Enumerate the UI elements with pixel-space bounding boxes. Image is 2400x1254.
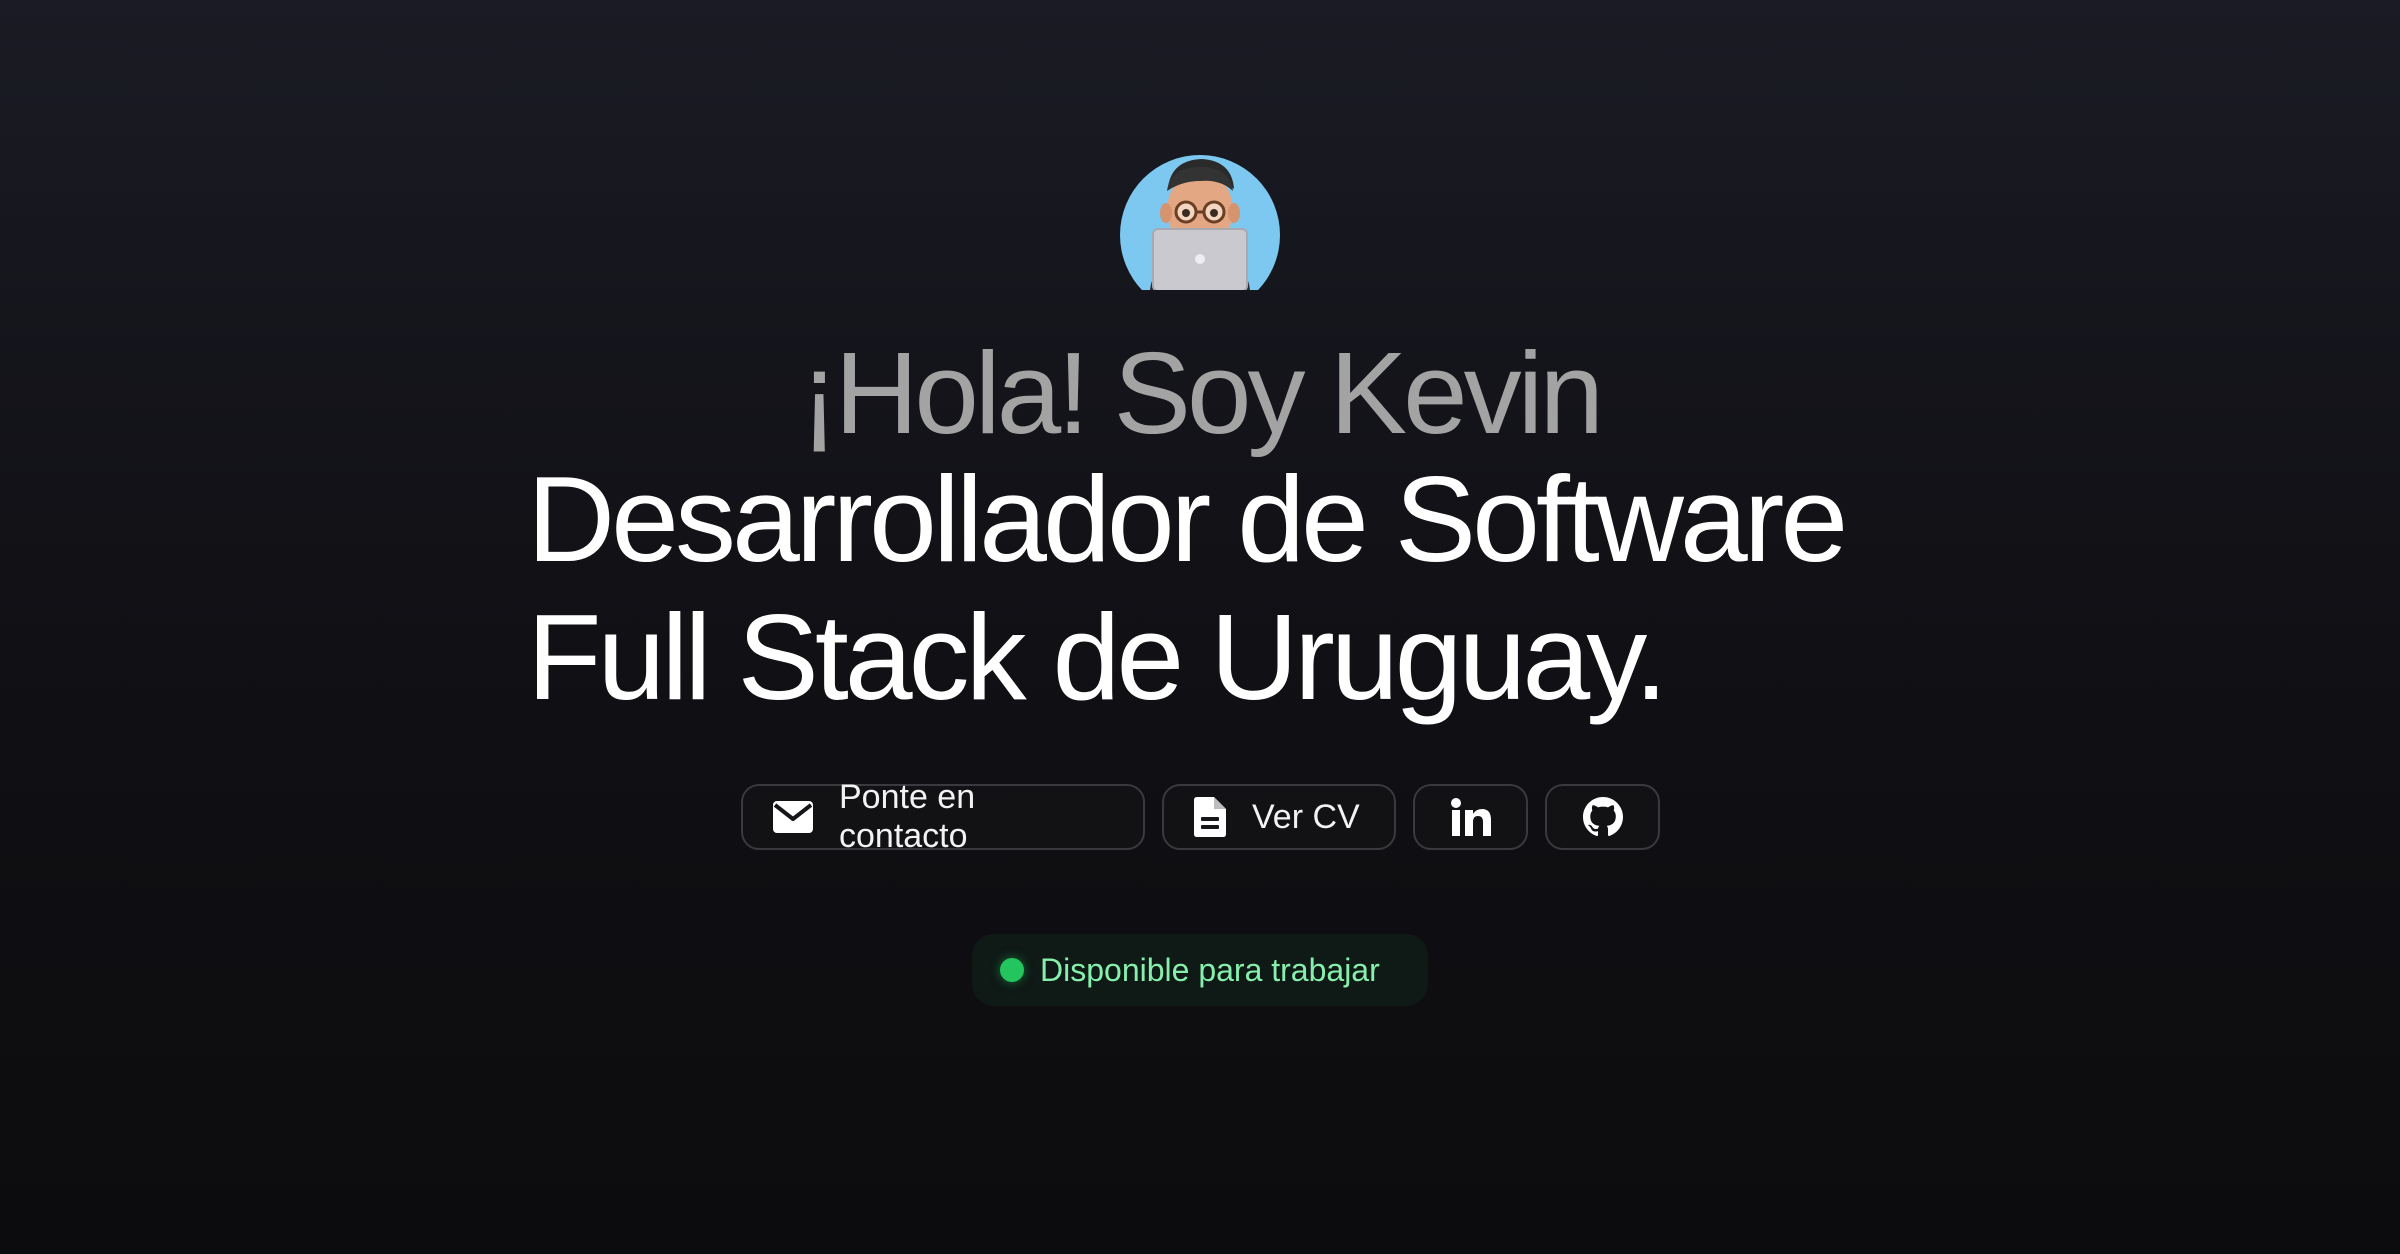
avatar-memoji-icon <box>1120 155 1280 290</box>
availability-badge: Disponible para trabajar <box>972 934 1428 1006</box>
headline-line-1: Desarrollador de Software <box>527 451 1848 587</box>
contact-button[interactable]: Ponte en contacto <box>741 778 1145 855</box>
view-cv-button-label: Ver CV <box>1252 797 1360 836</box>
view-cv-button[interactable]: Ver CV <box>1162 784 1396 850</box>
contact-button-label: Ponte en contacto <box>839 778 976 855</box>
action-buttons: Ponte en contacto Ver CV <box>741 778 1660 855</box>
github-button[interactable] <box>1545 784 1660 850</box>
linkedin-icon <box>1450 798 1491 836</box>
availability-label: Disponible para trabajar <box>1040 951 1380 988</box>
mail-icon <box>773 801 813 833</box>
linkedin-button[interactable] <box>1413 784 1528 850</box>
status-dot-icon <box>1000 958 1024 982</box>
greeting-text: ¡Hola! Soy Kevin <box>800 328 1604 458</box>
hero-section: ¡Hola! Soy Kevin Desarrollador de Softwa… <box>0 0 2400 1254</box>
headline-line-2: Full Stack de Uruguay. <box>527 589 1668 725</box>
headline: Desarrollador de Software Full Stack de … <box>527 450 1848 726</box>
github-icon <box>1582 797 1623 837</box>
document-icon <box>1194 797 1226 837</box>
